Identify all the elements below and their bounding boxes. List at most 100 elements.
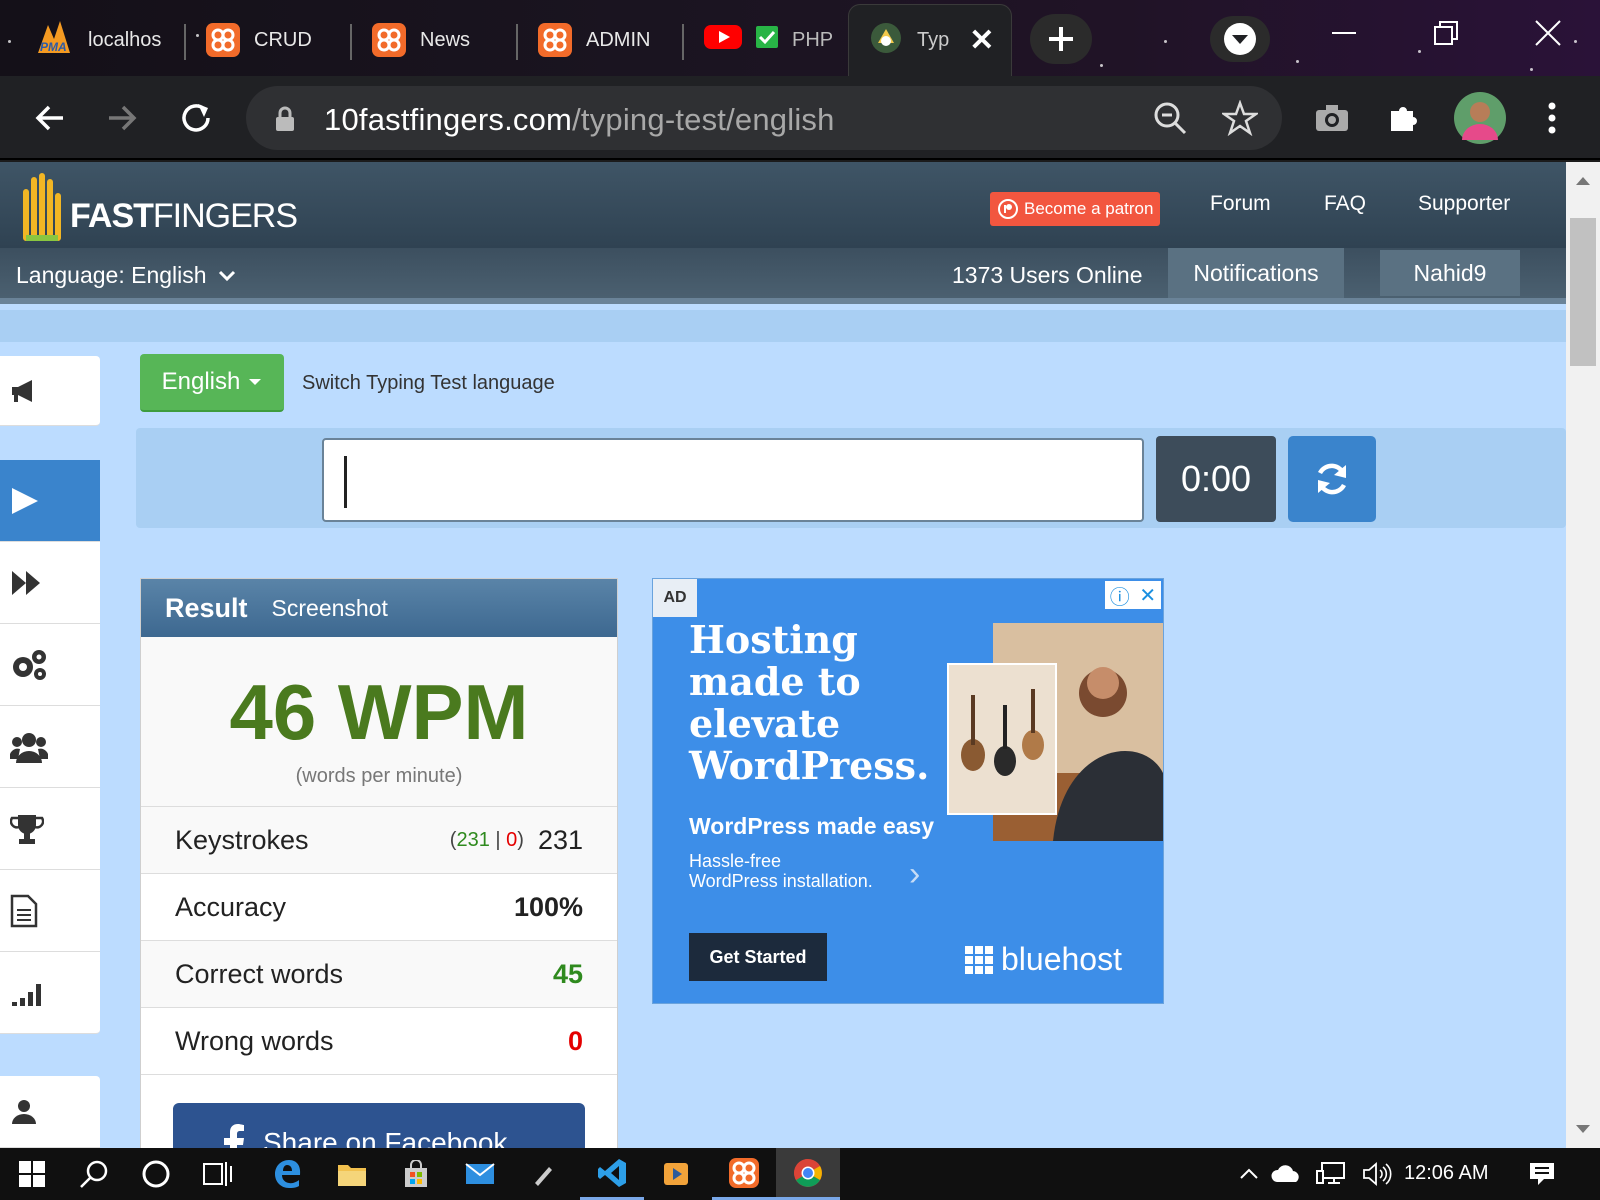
nav-forum[interactable]: Forum [1210, 192, 1271, 216]
nav-supporter[interactable]: Supporter [1418, 192, 1510, 216]
taskbar-mail[interactable] [448, 1148, 512, 1200]
cloud-icon [1271, 1165, 1299, 1182]
restore-button[interactable] [1398, 0, 1494, 66]
scrollbar-thumb[interactable] [1570, 218, 1596, 366]
taskbar-clock[interactable]: 12:06 AM [1404, 1162, 1489, 1185]
ad-info-icon[interactable]: ⓘ [1110, 581, 1130, 610]
profile-avatar[interactable] [1452, 90, 1508, 146]
ad-banner[interactable]: AD ⓘ ✕ Hosting made to elevate WordPress… [652, 578, 1164, 1004]
close-icon [1535, 20, 1561, 46]
ad-description: Hassle-free WordPress installation. [689, 851, 873, 891]
forward-button[interactable] [96, 92, 148, 144]
taskbar-chrome[interactable] [776, 1148, 840, 1200]
correct-words-value: 45 [552, 958, 583, 989]
nav-faq[interactable]: FAQ [1324, 192, 1366, 216]
become-patron-button[interactable]: Become a patron [990, 192, 1160, 226]
tab-result[interactable]: Result [165, 593, 248, 624]
tab-news[interactable]: News [352, 4, 518, 76]
tab-screenshot[interactable]: Screenshot [272, 595, 388, 622]
chevron-down-icon [218, 270, 235, 281]
accuracy-label: Accuracy [175, 891, 287, 922]
taskbar-xampp[interactable] [712, 1148, 776, 1200]
site-logo[interactable]: FASTFINGERS [18, 170, 298, 242]
sidenav-typing-test[interactable] [0, 460, 100, 542]
trophy-icon [10, 814, 44, 844]
search-icon [80, 1160, 108, 1188]
language-selector[interactable]: Language: English [16, 262, 237, 289]
task-view-button[interactable] [186, 1148, 250, 1200]
reload-button[interactable] [170, 92, 222, 144]
xampp-icon [372, 23, 406, 57]
network-icon [1316, 1162, 1345, 1184]
taskbar-pen-app[interactable] [512, 1148, 576, 1200]
reload-icon [182, 104, 210, 132]
tab-admin[interactable]: ADMIN [518, 4, 684, 76]
ad-close-icon[interactable]: ✕ [1139, 583, 1156, 608]
facebook-icon [224, 1124, 244, 1148]
ad-get-started-button[interactable]: Get Started [689, 933, 827, 981]
restart-test-button[interactable] [1288, 436, 1376, 522]
page-scrollbar[interactable] [1566, 162, 1600, 1148]
taskbar-store[interactable] [384, 1148, 448, 1200]
action-center-button[interactable] [1510, 1148, 1574, 1200]
address-bar[interactable]: 10fastfingers.com/typing-test/english [246, 86, 1282, 150]
screenshot-extension-button[interactable] [1306, 92, 1358, 144]
play-icon [12, 487, 38, 514]
sidenav-announcements[interactable] [0, 356, 100, 426]
fast-forward-icon [12, 570, 40, 595]
taskbar-file-explorer[interactable] [320, 1148, 384, 1200]
chevron-right-icon[interactable]: › [909, 855, 920, 894]
start-button[interactable] [0, 1148, 64, 1200]
notifications-button[interactable]: Notifications [1168, 248, 1344, 298]
test-language-dropdown[interactable]: English [140, 354, 284, 412]
header-strip [0, 310, 1566, 342]
taskbar-media-player[interactable] [644, 1148, 708, 1200]
tab-php[interactable]: PHP [684, 4, 846, 76]
network-tray[interactable] [1310, 1148, 1352, 1200]
sidenav-advanced-test[interactable] [0, 542, 100, 624]
ad-brand-name: bluehost [1001, 941, 1122, 977]
tab-localhost[interactable]: PMA localhos [14, 4, 186, 76]
phpmyadmin-icon: PMA [34, 19, 74, 61]
user-menu-button[interactable]: Nahid9 [1380, 250, 1520, 296]
chrome-icon [794, 1158, 822, 1187]
tab-typing-test[interactable]: Typ ✕ [848, 4, 1012, 76]
speaker-icon [1363, 1162, 1392, 1186]
back-button[interactable] [24, 92, 76, 144]
sidenav-statistics[interactable] [0, 952, 100, 1034]
gears-icon [13, 649, 46, 680]
taskbar-vscode[interactable] [580, 1148, 644, 1200]
svg-text:PMA: PMA [40, 40, 67, 54]
result-table: Keystrokes (231 | 0) 231 Accuracy 100% C… [141, 807, 617, 1075]
close-tab-icon[interactable]: ✕ [969, 23, 994, 58]
share-facebook-button[interactable]: Share on Facebook [173, 1103, 585, 1148]
typing-input[interactable] [322, 438, 1144, 522]
taskbar-search[interactable] [62, 1148, 126, 1200]
username-label: Nahid9 [1413, 259, 1487, 286]
accuracy-row: Accuracy 100% [141, 874, 617, 941]
cortana-button[interactable] [124, 1148, 188, 1200]
minimize-button[interactable] [1296, 0, 1392, 66]
onedrive-tray[interactable] [1266, 1148, 1306, 1200]
hand-logo-icon [23, 173, 61, 241]
volume-tray[interactable] [1356, 1148, 1398, 1200]
url-domain: 10fastfingers.com [324, 102, 573, 137]
taskbar-edge[interactable] [256, 1148, 320, 1200]
logo-bold: FAST [70, 197, 154, 235]
tab-crud[interactable]: CRUD [186, 4, 352, 76]
wrong-words-row: Wrong words 0 [141, 1008, 617, 1075]
notification-icon [1530, 1163, 1554, 1185]
tab-label: News [420, 28, 471, 51]
sidenav-competitions[interactable] [0, 788, 100, 870]
sidenav-multiplayer[interactable] [0, 706, 100, 788]
sidenav-settings[interactable] [0, 624, 100, 706]
extensions-button[interactable] [1378, 92, 1430, 144]
sidenav-text-practice[interactable] [0, 870, 100, 952]
close-window-button[interactable] [1500, 0, 1596, 66]
new-tab-button[interactable] [1030, 14, 1092, 64]
tab-search-button[interactable] [1210, 16, 1270, 62]
sidenav-profile[interactable] [0, 1076, 100, 1148]
show-hidden-icons[interactable] [1234, 1148, 1264, 1200]
plus-icon [1049, 27, 1073, 51]
browser-menu-button[interactable] [1526, 92, 1578, 144]
